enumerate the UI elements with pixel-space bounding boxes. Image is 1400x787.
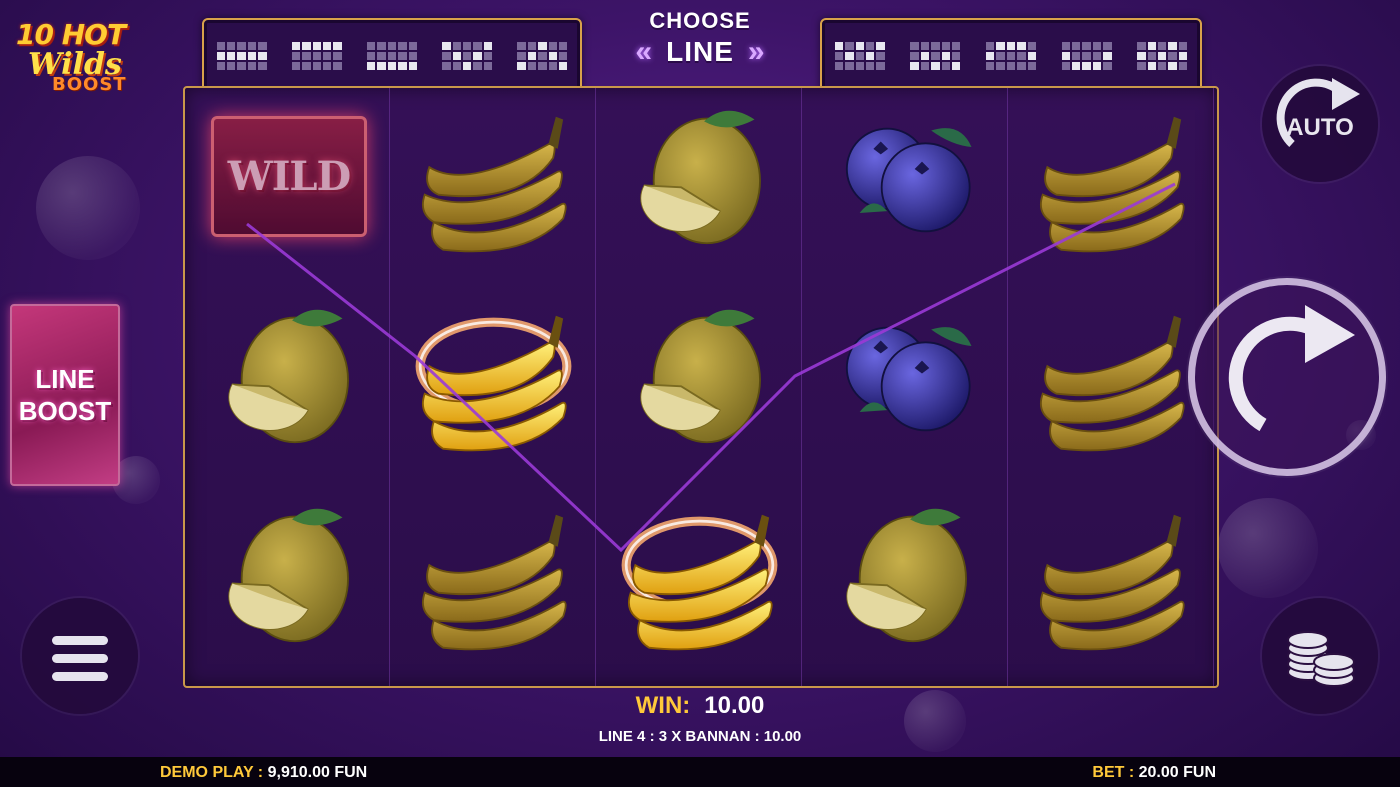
game-logo: 10 HOT Wilds BOOST [16,18,136,108]
banana-symbol-icon [1039,513,1185,651]
win-display: WIN: 10.00 [0,692,1400,720]
banana-symbol-icon [1039,115,1185,253]
payline-icon-10[interactable] [1137,42,1188,70]
reel-grid: WILD [183,86,1219,688]
lemon-symbol-icon [640,308,761,444]
status-bar: DEMO PLAY : 9,910.00 FUN BET : 20.00 FUN [0,757,1400,787]
reel-cell [803,287,1007,485]
game-screen: { "game": { "logo_line1": "10 HOT", "log… [0,0,1400,787]
reel-cell [391,486,595,684]
payline-icon-8[interactable] [985,42,1036,70]
bg-bubble [36,156,140,260]
bg-bubble [1218,498,1318,598]
win-amount: 10.00 [704,692,765,719]
lemon-symbol-icon [228,308,349,444]
reel-cell [1009,287,1213,485]
bet-label: BET : [1092,764,1135,781]
wild-label: WILD [227,153,351,200]
auto-spin-button[interactable]: AUTO [1262,66,1378,182]
reel-2 [391,88,596,686]
line-boost-button[interactable]: LINE BOOST [10,304,120,486]
reel-cell [1009,486,1213,684]
reel-cell: WILD [185,88,389,286]
win-line-detail: LINE 4 : 3 X BANNAN : 10.00 [598,728,802,745]
reel-3 [597,88,802,686]
win-label: WIN: [635,692,691,719]
reel-cell [391,88,595,286]
reel-cell [185,287,389,485]
reel-4 [803,88,1008,686]
payline-icon-5[interactable] [517,42,568,70]
next-line-arrow-icon[interactable]: » [748,37,765,67]
choose-line: CHOOSE « LINE » [596,6,804,82]
banana-winning-symbol-icon [621,513,778,651]
blueberry-symbol-icon [845,326,973,432]
bet: BET : 20.00 FUN [1092,764,1216,782]
line-boost-label-2: BOOST [18,396,112,426]
payline-icon-6[interactable] [834,42,885,70]
banana-symbol-icon [421,513,567,651]
choose-title: CHOOSE [649,8,751,33]
reel-cell [803,88,1007,286]
lemon-symbol-icon [846,507,967,643]
spin-button[interactable] [1188,278,1386,476]
bet-value: 20.00 FUN [1138,764,1216,781]
line-boost-label-1: LINE [35,364,95,394]
line-panel-left [202,18,582,94]
balance-label: DEMO PLAY : [160,764,264,781]
choose-line-label: LINE [666,36,734,67]
lemon-symbol-icon [228,507,349,643]
wild-symbol-icon: WILD [211,116,367,237]
banana-symbol-icon [421,115,567,253]
auto-label: AUTO [1286,114,1354,141]
payline-icon-9[interactable] [1061,42,1112,70]
payline-icon-7[interactable] [910,42,961,70]
reel-cell [185,486,389,684]
banana-winning-symbol-icon [415,314,572,452]
payline-icon-3[interactable] [366,42,417,70]
reel-cell [597,287,801,485]
reel-cell [803,486,1007,684]
reel-cell [1009,88,1213,286]
blueberry-symbol-icon [845,127,973,233]
line-panel-right [820,18,1202,94]
reel-cell [391,287,595,485]
logo-line3: BOOST [52,74,127,95]
lemon-symbol-icon [640,109,761,245]
payline-icon-4[interactable] [442,42,493,70]
banana-symbol-icon [1039,314,1185,452]
balance: DEMO PLAY : 9,910.00 FUN [160,764,367,782]
reel-1: WILD [185,88,390,686]
balance-value: 9,910.00 FUN [267,764,368,781]
reel-5 [1009,88,1214,686]
prev-line-arrow-icon[interactable]: « [635,37,652,67]
spin-icon [1228,305,1355,432]
payline-icon-2[interactable] [291,42,342,70]
reel-cell [597,88,801,286]
payline-icon-1[interactable] [216,42,267,70]
reel-cell [597,486,801,684]
